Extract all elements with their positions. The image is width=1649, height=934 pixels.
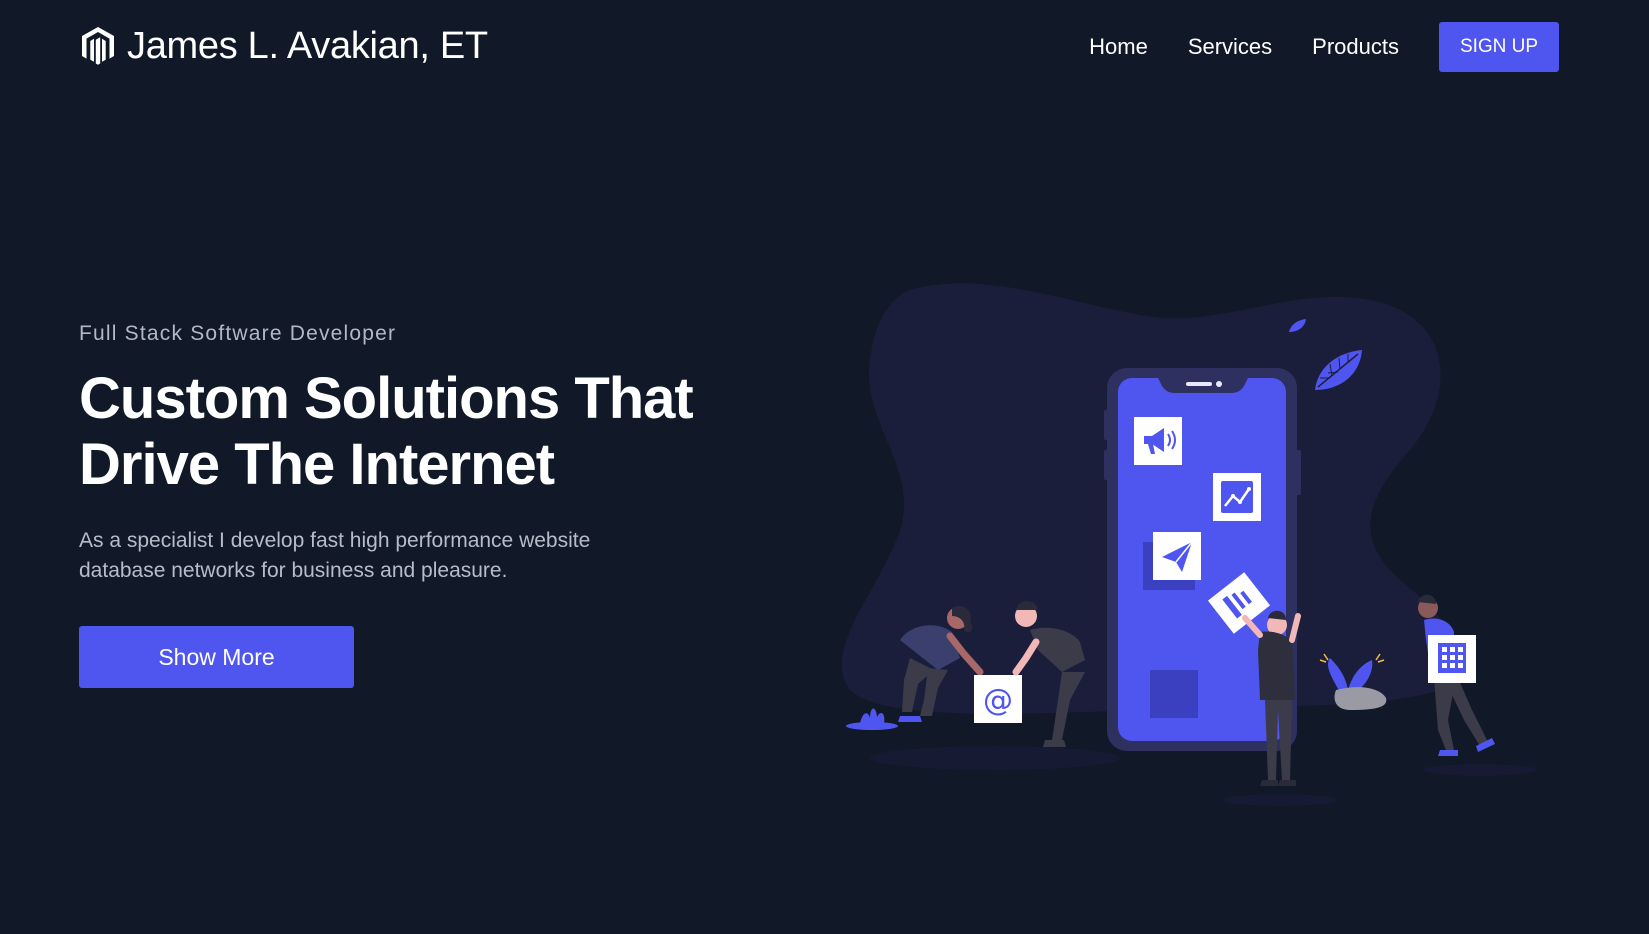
hero-title-line-2: Drive The Internet [79,432,555,497]
nav-link-home[interactable]: Home [1089,34,1148,60]
hero-illustration-svg: @ [841,283,1538,806]
site-header: James L. Avakian, ET Home Services Produ… [0,0,1649,96]
show-more-button[interactable]: Show More [79,626,354,688]
magento-logo-icon [82,27,114,65]
ground-shadow-center [1222,794,1338,806]
hero-illustration: @ [840,280,1540,820]
building-icon [1428,635,1476,683]
hero-title-line-1: Custom Solutions That [79,366,694,431]
hero-section: Full Stack Software Developer Custom Sol… [79,322,719,688]
hero-title: Custom Solutions That Drive The Internet [79,366,719,498]
hero-eyebrow: Full Stack Software Developer [79,322,397,345]
at-sign-glyph: @ [983,683,1013,718]
nav-link-services[interactable]: Services [1188,34,1272,60]
ground-shadow-left [870,746,1120,770]
signup-button[interactable]: SIGN UP [1439,22,1559,72]
at-sign-icon: @ [974,675,1022,723]
page: James L. Avakian, ET Home Services Produ… [0,0,1649,934]
megaphone-icon [1134,417,1182,465]
ground-shadow-right [1422,764,1538,776]
main-nav: Home Services Products SIGN UP [1089,22,1559,72]
brand-name: James L. Avakian, ET [127,24,488,67]
hero-description: As a specialist I develop fast high perf… [79,529,591,582]
chart-icon [1213,473,1261,521]
nav-link-products[interactable]: Products [1312,34,1399,60]
brand-link[interactable]: James L. Avakian, ET [79,22,488,70]
plant-left [846,708,898,730]
